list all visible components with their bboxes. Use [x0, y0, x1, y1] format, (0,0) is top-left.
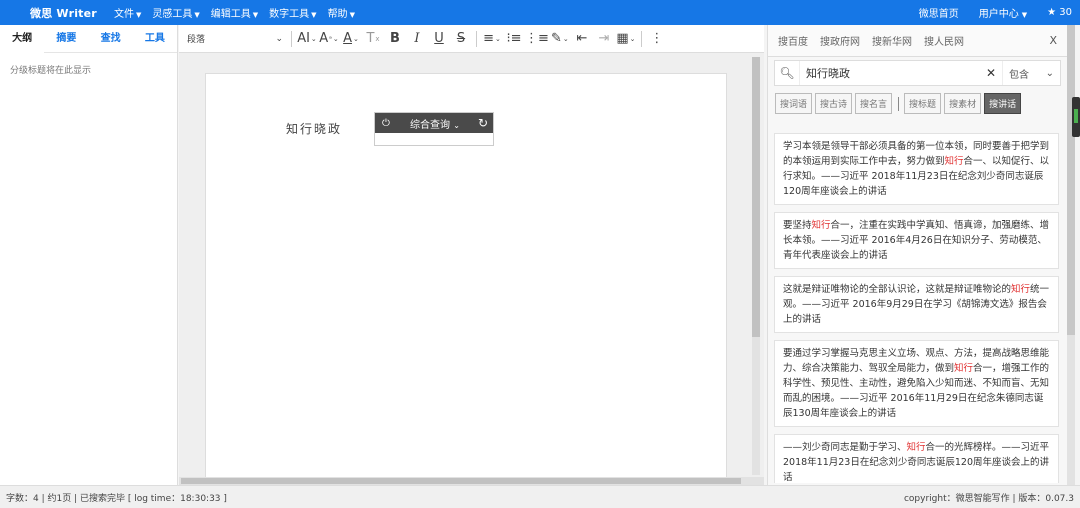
filter-divider	[898, 96, 900, 111]
clear-icon[interactable]: ✕	[980, 66, 1002, 80]
bulleted-list-icon[interactable]: ⋮≡	[525, 28, 549, 50]
highlight-icon[interactable]: ✎ ⌄	[549, 28, 571, 50]
search-filters: 搜词语 搜古诗 搜名言 搜标题 搜素材 搜讲话	[775, 93, 1024, 114]
filter-speeches-button[interactable]: 搜讲话	[984, 93, 1022, 114]
right-panel-scrollbar[interactable]	[1067, 25, 1075, 485]
main-menu: 文件 ▼ 灵感工具 ▼ 编辑工具 ▼ 数字工具 ▼ 帮助 ▼	[114, 5, 366, 20]
indent-icon[interactable]: ⇥	[593, 28, 615, 50]
tab-summary[interactable]: 摘要	[44, 25, 88, 53]
user-center-menu[interactable]: 用户中心 ▼	[979, 5, 1027, 20]
italic-button[interactable]: I	[406, 28, 428, 50]
outdent-icon[interactable]: ⇤	[571, 28, 593, 50]
filter-titles-button[interactable]: 搜标题	[904, 93, 942, 114]
chevron-down-icon: ⌄	[1045, 67, 1054, 79]
search-icon[interactable]: 🔍︎	[775, 66, 799, 80]
bold-button[interactable]: B	[384, 28, 406, 50]
tab-tools[interactable]: 工具	[133, 25, 177, 53]
chevron-down-icon: ▼	[194, 11, 200, 19]
close-icon[interactable]: X	[1049, 34, 1057, 47]
menu-help[interactable]: 帮助 ▼	[328, 5, 355, 20]
scrollbar-thumb[interactable]	[1067, 25, 1075, 335]
menu-file[interactable]: 文件 ▼	[114, 5, 141, 20]
paragraph-select[interactable]: 段落 ⌄	[187, 32, 287, 46]
result-card[interactable]: 要通过学习掌握马克思主义立场、观点、方法，提高战略思维能力、综合决策能力、驾驭全…	[774, 340, 1059, 427]
menu-digital[interactable]: 数字工具 ▼	[269, 5, 316, 20]
result-card[interactable]: 要坚持知行合一，注重在实践中学真知、悟真谛，加强磨练、增长本领。——习近平 20…	[774, 212, 1059, 269]
tab-people[interactable]: 搜人民网	[924, 33, 964, 48]
menu-edit[interactable]: 编辑工具 ▼	[211, 5, 258, 20]
table-icon[interactable]: ▦ ⌄	[615, 28, 637, 50]
tab-find[interactable]: 查找	[89, 25, 133, 53]
result-card[interactable]: ——刘少奇同志是勤于学习、知行合一的光辉榜样。——习近平 2018年11月23日…	[774, 434, 1059, 483]
filter-poems-button[interactable]: 搜古诗	[815, 93, 853, 114]
floating-query-bar: ⏻ 综合查询 ⌄ ↻	[374, 112, 494, 146]
strikethrough-button[interactable]: S	[450, 28, 472, 50]
left-panel: 大纲 摘要 查找 工具 分级标题将在此显示	[0, 24, 178, 485]
top-right-links: 微思首页 用户中心 ▼ ★ 30	[899, 0, 1072, 25]
chevron-down-icon: ⌄	[275, 33, 283, 44]
chevron-down-icon: ⌄	[453, 120, 460, 130]
left-tabs: 大纲 摘要 查找 工具	[0, 24, 177, 53]
font-size-button[interactable]: AI ⌄	[296, 28, 318, 50]
search-source-tabs: 搜百度 搜政府网 搜新华网 搜人民网	[768, 25, 1067, 57]
chevron-down-icon: ▼	[349, 11, 355, 19]
query-dropdown[interactable]: 综合查询 ⌄	[397, 116, 473, 131]
search-input[interactable]	[799, 61, 980, 85]
status-right: copyright：微思智能写作 | 版本：0.07.3	[903, 493, 1074, 504]
chevron-down-icon: ▼	[136, 11, 142, 19]
right-panel: 搜百度 搜政府网 搜新华网 搜人民网 X 🔍︎ ✕ 包含⌄ 搜词语 搜古诗 搜名…	[767, 25, 1075, 485]
result-card[interactable]: 学习本领是领导干部必须具备的第一位本领，同时要善于把学到的本领运用到实际工作中去…	[774, 133, 1059, 205]
editor-toolbar: 段落 ⌄ AI ⌄ Aᵃ ⌄ A ⌄ Tx B I U S ≡ ⌄ ⁝≡ ⋮≡ ✎ ⌄ ⇤ …	[179, 25, 764, 53]
document-page[interactable]: 知行晓政 ⏻ 综合查询 ⌄ ↻	[205, 73, 727, 485]
more-icon[interactable]: ⋮	[646, 28, 668, 50]
tab-outline[interactable]: 大纲	[0, 24, 45, 53]
filter-quotes-button[interactable]: 搜名言	[855, 93, 893, 114]
search-mode-select[interactable]: 包含 ⌄	[1002, 61, 1060, 85]
menu-inspiration[interactable]: 灵感工具 ▼	[152, 5, 199, 20]
refresh-icon[interactable]: ↻	[473, 116, 493, 130]
status-bar: 字数：4 | 约1页 | 已搜索完毕 [ log time：18:30:33 ]…	[0, 485, 1080, 508]
scrollbar-thumb[interactable]	[181, 478, 741, 484]
scrollbar-thumb[interactable]	[752, 57, 760, 337]
numbered-list-icon[interactable]: ⁝≡	[503, 28, 525, 50]
status-left: 字数：4 | 约1页 | 已搜索完毕 [ log time：18:30:33 ]	[6, 493, 227, 504]
editor-area: 知行晓政 ⏻ 综合查询 ⌄ ↻	[179, 53, 764, 485]
editor-horizontal-scrollbar[interactable]	[179, 477, 764, 485]
search-bar: 🔍︎ ✕ 包含⌄	[774, 60, 1061, 86]
chevron-down-icon: ▼	[1021, 11, 1028, 19]
toolbar-divider	[640, 30, 642, 47]
top-navbar: 微思 Writer 文件 ▼ 灵感工具 ▼ 编辑工具 ▼ 数字工具 ▼ 帮助 ▼ 微思首页…	[0, 0, 1080, 25]
chevron-down-icon: ▼	[311, 11, 317, 19]
chevron-down-icon: ▼	[252, 11, 259, 19]
star-count[interactable]: ★ 30	[1047, 7, 1072, 18]
handle-indicator	[1074, 109, 1078, 123]
align-button[interactable]: ≡ ⌄	[481, 28, 503, 50]
text-size-button[interactable]: Aᵃ ⌄	[318, 28, 340, 50]
tab-xinhua[interactable]: 搜新华网	[872, 33, 912, 48]
filter-words-button[interactable]: 搜词语	[775, 93, 813, 114]
clear-format-button[interactable]: Tx	[362, 28, 384, 50]
toolbar-divider	[291, 30, 292, 47]
power-icon[interactable]: ⏻	[375, 118, 397, 129]
font-color-button[interactable]: A ⌄	[340, 28, 362, 50]
result-card[interactable]: 这就是辩证唯物论的全部认识论，这就是辩证唯物论的知行统一观。——习近平 2016…	[774, 276, 1059, 333]
document-text[interactable]: 知行晓政	[286, 120, 342, 137]
tab-baidu[interactable]: 搜百度	[778, 33, 808, 48]
app-brand[interactable]: 微思 Writer	[30, 5, 110, 21]
star-icon: ★	[1047, 7, 1057, 18]
filter-materials-button[interactable]: 搜素材	[944, 93, 982, 114]
outline-hint: 分级标题将在此显示	[10, 66, 92, 76]
tab-gov[interactable]: 搜政府网	[820, 33, 860, 48]
editor-vertical-scrollbar[interactable]	[752, 57, 760, 475]
toolbar-divider	[476, 30, 477, 47]
side-handle[interactable]	[1072, 97, 1080, 137]
home-link[interactable]: 微思首页	[919, 5, 959, 20]
search-results: 学习本领是领导干部必须具备的第一位本领，同时要善于把学到的本领运用到实际工作中去…	[774, 133, 1059, 483]
underline-button[interactable]: U	[428, 28, 450, 50]
